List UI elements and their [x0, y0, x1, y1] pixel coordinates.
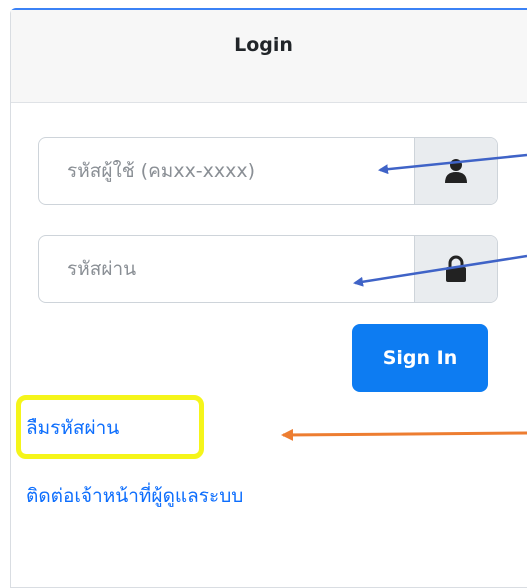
username-arrow: [378, 153, 527, 175]
forgot-password-arrow: [281, 428, 527, 441]
password-arrow: [353, 254, 527, 287]
annotation-arrows: [281, 153, 527, 441]
